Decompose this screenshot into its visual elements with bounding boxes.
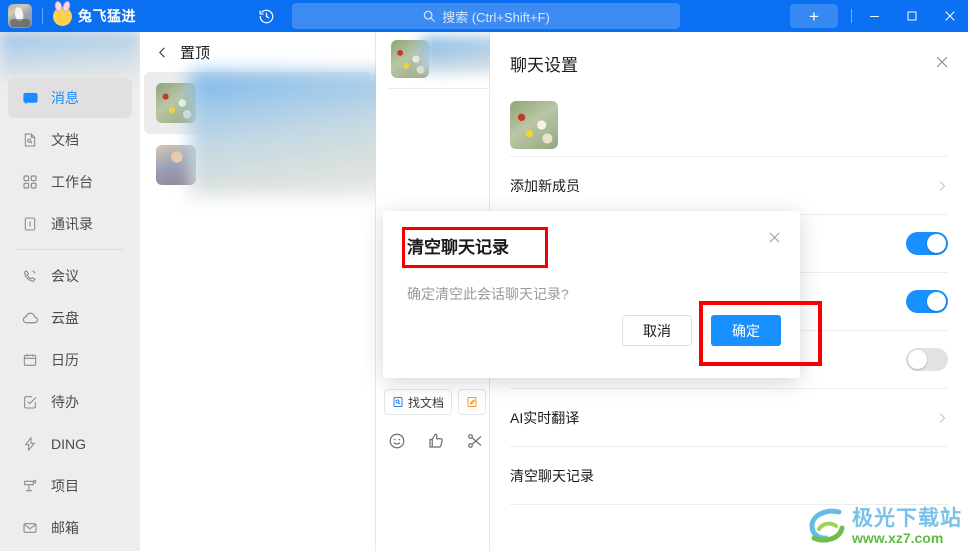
emoji-icon[interactable] — [388, 432, 406, 450]
setting-toggle-1[interactable] — [906, 232, 948, 255]
chevron-right-icon — [936, 412, 948, 424]
sidebar-item-workbench[interactable]: 工作台 — [8, 162, 132, 202]
project-icon — [21, 477, 39, 495]
find-document-label: 找文档 — [408, 395, 445, 410]
sidebar-item-ding[interactable]: DING — [8, 424, 132, 464]
calendar-icon — [21, 351, 39, 369]
dialog-close-icon[interactable] — [767, 230, 782, 245]
user-nickname: 兔飞猛进 — [78, 8, 136, 24]
search-placeholder-text: 搜索 (Ctrl+Shift+F) — [442, 9, 550, 25]
toggle-knob — [908, 350, 927, 369]
app-window: 兔飞猛进 搜索 (Ctrl+Shift+F) + 消息 文档 工作台 通讯录 会… — [0, 0, 968, 551]
sidebar-label-ding: DING — [51, 436, 86, 452]
group-member-row[interactable] — [490, 94, 968, 156]
sidebar-label-project: 项目 — [51, 478, 79, 494]
close-icon[interactable] — [934, 54, 950, 70]
sidebar-label-messages: 消息 — [51, 90, 79, 106]
sidebar-label-meeting: 会议 — [51, 268, 79, 284]
ding-icon — [21, 435, 39, 453]
titlebar-divider — [42, 8, 43, 24]
titlebar-divider-2 — [851, 9, 852, 23]
maximize-icon[interactable] — [893, 0, 931, 32]
avatar — [156, 83, 196, 123]
dialog-title: 清空聊天记录 — [407, 238, 509, 257]
setting-toggle-2[interactable] — [906, 290, 948, 313]
left-sidebar: 消息 文档 工作台 通讯录 会议 云盘 日历 待办 DING 项目 邮箱 — [0, 32, 140, 551]
close-icon[interactable] — [931, 0, 968, 32]
sidebar-label-workbench: 工作台 — [51, 174, 93, 190]
sidebar-divider — [16, 249, 124, 250]
workbench-icon — [21, 173, 39, 191]
sidebar-item-mail[interactable]: 邮箱 — [8, 508, 132, 548]
chat-list-panel: 置顶 — [140, 32, 422, 551]
sidebar-nav-list: 消息 文档 工作台 通讯录 会议 云盘 日历 待办 DING 项目 邮箱 — [0, 78, 140, 551]
cancel-button[interactable]: 取消 — [622, 315, 692, 346]
thumbs-up-icon[interactable] — [427, 432, 445, 450]
rabbit-avatar-icon — [53, 6, 72, 26]
dialog-message: 确定清空此会话聊天记录? — [407, 286, 569, 302]
search-icon — [422, 9, 436, 23]
sidebar-item-contacts[interactable]: 通讯录 — [8, 204, 132, 244]
confirm-button[interactable]: 确定 — [711, 315, 781, 346]
toggle-knob — [927, 234, 946, 253]
edit-document-icon — [466, 396, 478, 408]
edit-document-button[interactable] — [458, 389, 487, 415]
toggle-knob — [927, 292, 946, 311]
contacts-icon — [21, 215, 39, 233]
sidebar-item-cloud-drive[interactable]: 云盘 — [8, 298, 132, 338]
list-item[interactable] — [144, 134, 371, 196]
settings-row-clear-chat-history[interactable]: 清空聊天记录 — [510, 447, 948, 505]
chat-list-header: 置顶 — [140, 32, 375, 72]
back-chevron-icon[interactable] — [156, 46, 169, 59]
title-bar: 兔飞猛进 搜索 (Ctrl+Shift+F) + — [0, 0, 968, 32]
chat-input-toolbar: 找文档 — [384, 389, 487, 415]
minimize-icon[interactable] — [855, 0, 893, 32]
mute-notifications-toggle[interactable] — [906, 348, 948, 371]
add-button[interactable]: + — [790, 4, 838, 28]
history-clock-icon[interactable] — [255, 5, 277, 27]
sidebar-profile-blur — [0, 32, 140, 78]
app-logo-icon — [8, 4, 32, 28]
find-document-icon — [392, 396, 404, 408]
sidebar-item-messages[interactable]: 消息 — [8, 78, 132, 118]
settings-label-ai-translation: AI实时翻译 — [510, 409, 580, 426]
document-icon — [21, 131, 39, 149]
sidebar-label-todo: 待办 — [51, 394, 79, 410]
avatar — [510, 101, 558, 149]
scissors-icon[interactable] — [466, 432, 484, 450]
settings-header: 聊天设置 — [490, 32, 968, 94]
sidebar-item-project[interactable]: 项目 — [8, 466, 132, 506]
sidebar-label-calendar: 日历 — [51, 352, 79, 368]
sidebar-label-mail: 邮箱 — [51, 520, 79, 536]
settings-label-clear-chat-history: 清空聊天记录 — [510, 467, 594, 484]
sidebar-item-meeting[interactable]: 会议 — [8, 256, 132, 296]
settings-row-ai-translation[interactable]: AI实时翻译 — [510, 389, 948, 447]
page-title: 聊天设置 — [510, 55, 578, 75]
avatar — [156, 145, 196, 185]
sidebar-item-documents[interactable]: 文档 — [8, 120, 132, 160]
clear-history-dialog: 清空聊天记录 确定清空此会话聊天记录? 取消 确定 — [383, 211, 800, 378]
sidebar-item-calendar[interactable]: 日历 — [8, 340, 132, 380]
list-item[interactable] — [144, 72, 371, 134]
chat-list-title: 置顶 — [180, 44, 211, 62]
settings-row-add-new-member[interactable]: 添加新成员 — [510, 157, 948, 215]
search-input[interactable]: 搜索 (Ctrl+Shift+F) — [292, 3, 680, 29]
chevron-right-icon — [936, 180, 948, 192]
find-document-button[interactable]: 找文档 — [384, 389, 453, 415]
message-icon — [21, 89, 39, 107]
cloud-drive-icon — [21, 309, 39, 327]
sidebar-label-cloud-drive: 云盘 — [51, 310, 79, 326]
sidebar-label-contacts: 通讯录 — [51, 216, 93, 232]
chat-header-divider — [388, 88, 498, 89]
chat-quick-icon-row — [388, 432, 484, 450]
meeting-icon — [21, 267, 39, 285]
sidebar-label-documents: 文档 — [51, 132, 79, 148]
todo-icon — [21, 393, 39, 411]
sidebar-item-todo[interactable]: 待办 — [8, 382, 132, 422]
mail-icon — [21, 519, 39, 537]
settings-label-add-new-member: 添加新成员 — [510, 177, 580, 194]
